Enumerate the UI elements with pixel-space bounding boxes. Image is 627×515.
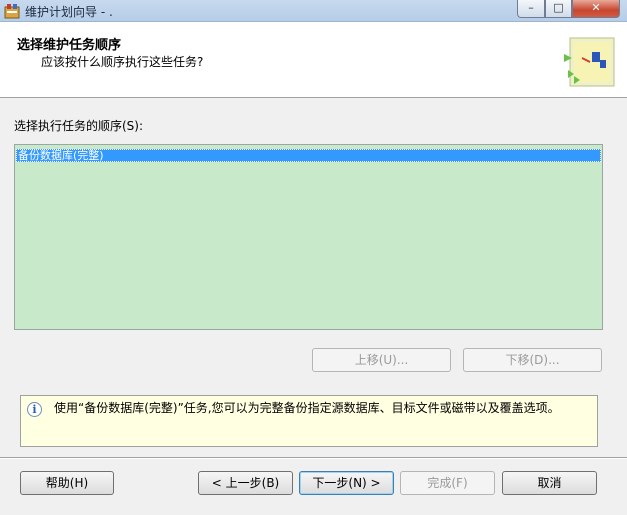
wizard-header: 选择维护任务顺序 应该按什么顺序执行这些任务? bbox=[0, 22, 627, 98]
task-description-box: i 使用“备份数据库(完整)”任务,您可以为完整备份指定源数据库、目标文件或磁带… bbox=[20, 395, 598, 447]
app-icon bbox=[4, 4, 20, 19]
maximize-button[interactable]: □ bbox=[545, 0, 572, 18]
cancel-button[interactable]: 取消 bbox=[502, 471, 597, 495]
page-title: 选择维护任务顺序 bbox=[17, 38, 122, 53]
finish-button[interactable]: 完成(F) bbox=[400, 471, 495, 495]
window-title: 维护计划向导 - . bbox=[25, 5, 113, 19]
move-up-button[interactable]: 上移(U)... bbox=[312, 348, 451, 372]
task-order-list[interactable]: 备份数据库(完整) bbox=[14, 144, 603, 330]
minimize-button[interactable]: – bbox=[517, 0, 545, 18]
footer-divider bbox=[0, 457, 627, 459]
task-description-text: 使用“备份数据库(完整)”任务,您可以为完整备份指定源数据库、目标文件或磁带以及… bbox=[54, 401, 560, 415]
wizard-graphic-icon bbox=[564, 37, 615, 87]
close-button[interactable]: ✕ bbox=[572, 0, 620, 18]
info-icon: i bbox=[27, 402, 42, 417]
back-button[interactable]: < 上一步(B) bbox=[198, 471, 293, 495]
next-button[interactable]: 下一步(N) > bbox=[299, 471, 394, 495]
page-subtitle: 应该按什么顺序执行这些任务? bbox=[41, 55, 204, 69]
help-button[interactable]: 帮助(H) bbox=[20, 471, 114, 495]
task-order-label: 选择执行任务的顺序(S): bbox=[14, 119, 144, 133]
list-item[interactable]: 备份数据库(完整) bbox=[16, 149, 601, 162]
move-down-button[interactable]: 下移(D)... bbox=[463, 348, 602, 372]
title-bar: 维护计划向导 - . – □ ✕ bbox=[0, 0, 627, 22]
